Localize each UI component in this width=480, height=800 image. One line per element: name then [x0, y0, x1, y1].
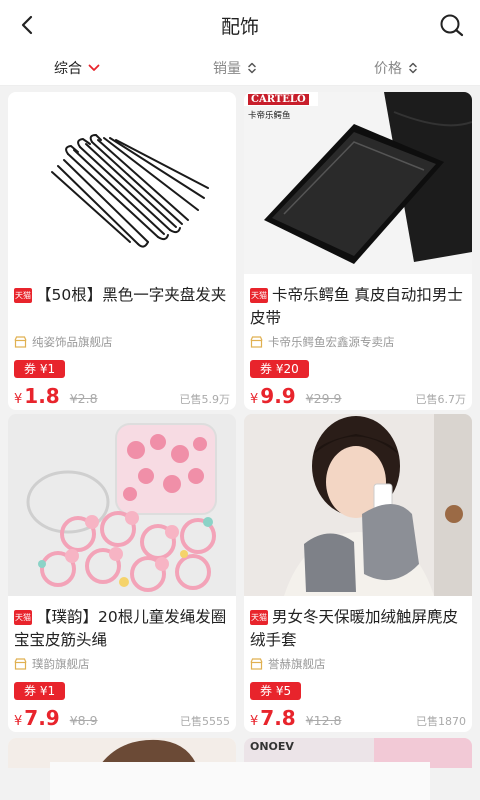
current-price: ¥7.8 [250, 706, 296, 730]
brand-logo: CARTELO [248, 94, 309, 105]
original-price: ¥2.8 [69, 391, 98, 406]
shop-info: 誉赫旗舰店 [250, 656, 466, 672]
search-button[interactable] [438, 12, 466, 38]
product-card[interactable]: 天猫 【50根】黑色一字夹盘发夹 纯姿饰品旗舰店 券 ¥1 ¥1.8 ¥2.8 已… [8, 92, 236, 410]
sort-tab-label: 价格 [374, 61, 402, 77]
brand-name-cn: 卡帝乐鳄鱼 [248, 111, 291, 121]
shop-info: 卡帝乐鳄鱼宏鑫源专卖店 [250, 334, 466, 350]
sort-tab-comprehensive[interactable]: 综合 [54, 58, 100, 78]
current-price: ¥7.9 [14, 706, 60, 730]
chevron-down-icon [88, 64, 100, 71]
search-icon [440, 14, 464, 37]
original-price: ¥12.8 [305, 713, 342, 728]
original-price: ¥8.9 [69, 713, 98, 728]
tmall-badge: 天猫 [250, 610, 268, 625]
sort-tab-sales[interactable]: 销量 [213, 58, 257, 78]
product-image-gloves [244, 414, 472, 596]
product-title: 天猫 卡帝乐鳄鱼 真皮自动扣男士皮带 [250, 286, 463, 327]
brand-logo-partial: ONOEV [250, 740, 294, 753]
top-nav-bar: 配饰 [0, 0, 480, 50]
product-title: 天猫 【璞韵】20根儿童发绳发圈宝宝皮筋头绳 [14, 608, 227, 649]
shop-name: 璞韵旗舰店 [32, 657, 90, 671]
product-title: 天猫 【50根】黑色一字夹盘发夹 [14, 286, 227, 304]
product-image-hair-ties [8, 414, 236, 596]
product-card[interactable]: 天猫 【璞韵】20根儿童发绳发圈宝宝皮筋头绳 璞韵旗舰店 券 ¥1 ¥7.9 ¥8… [8, 414, 236, 732]
sort-updown-icon [248, 62, 256, 74]
sold-count: 已售1870 [416, 715, 466, 728]
shop-name: 誉赫旗舰店 [268, 657, 326, 671]
sold-count: 已售6.7万 [415, 393, 467, 406]
sort-bar: 综合 销量 价格 [0, 50, 480, 86]
original-price: ¥29.9 [305, 391, 342, 406]
shop-name: 卡帝乐鳄鱼宏鑫源专卖店 [268, 335, 395, 349]
product-card[interactable]: 天猫 男女冬天保暖加绒触屏麂皮绒手套 誉赫旗舰店 券 ¥5 ¥7.8 ¥12.8 … [244, 414, 472, 732]
current-price: ¥9.9 [250, 384, 296, 408]
shop-info: 纯姿饰品旗舰店 [14, 334, 230, 350]
price-row: ¥7.9 ¥8.9 已售5555 [14, 706, 230, 730]
tmall-badge: 天猫 [250, 288, 268, 303]
sort-updown-icon [409, 62, 417, 74]
shop-icon [14, 658, 27, 670]
price-row: ¥9.9 ¥29.9 已售6.7万 [250, 384, 466, 408]
product-image-belt: CARTELO 卡帝乐鳄鱼 [244, 92, 472, 274]
sold-count: 已售5555 [180, 715, 230, 728]
shop-info: 璞韵旗舰店 [14, 656, 230, 672]
shop-icon [250, 658, 263, 670]
price-row: ¥7.8 ¥12.8 已售1870 [250, 706, 466, 730]
page-title: 配饰 [220, 16, 259, 38]
coupon-badge: 券 ¥5 [250, 682, 302, 700]
product-card[interactable]: CARTELO 卡帝乐鳄鱼 天猫 卡帝乐鳄鱼 真皮自动扣男士皮带 卡帝乐鳄鱼宏鑫源… [244, 92, 472, 410]
coupon-badge: 券 ¥1 [14, 682, 66, 700]
sort-tab-price[interactable]: 价格 [374, 58, 418, 78]
shop-name: 纯姿饰品旗舰店 [32, 335, 113, 349]
coupon-badge: 券 ¥20 [250, 360, 309, 378]
sold-count: 已售5.9万 [179, 393, 231, 406]
product-image-hairpins [8, 92, 236, 274]
current-price: ¥1.8 [14, 384, 60, 408]
tmall-badge: 天猫 [14, 288, 32, 303]
tmall-badge: 天猫 [14, 610, 32, 625]
coupon-badge: 券 ¥1 [14, 360, 66, 378]
shop-icon [14, 336, 27, 348]
product-title: 天猫 男女冬天保暖加绒触屏麂皮绒手套 [250, 608, 459, 649]
sort-tab-label: 销量 [213, 61, 241, 77]
sort-tab-label: 综合 [54, 61, 82, 77]
shop-icon [250, 336, 263, 348]
bottom-fade [50, 762, 430, 800]
price-row: ¥1.8 ¥2.8 已售5.9万 [14, 384, 230, 408]
